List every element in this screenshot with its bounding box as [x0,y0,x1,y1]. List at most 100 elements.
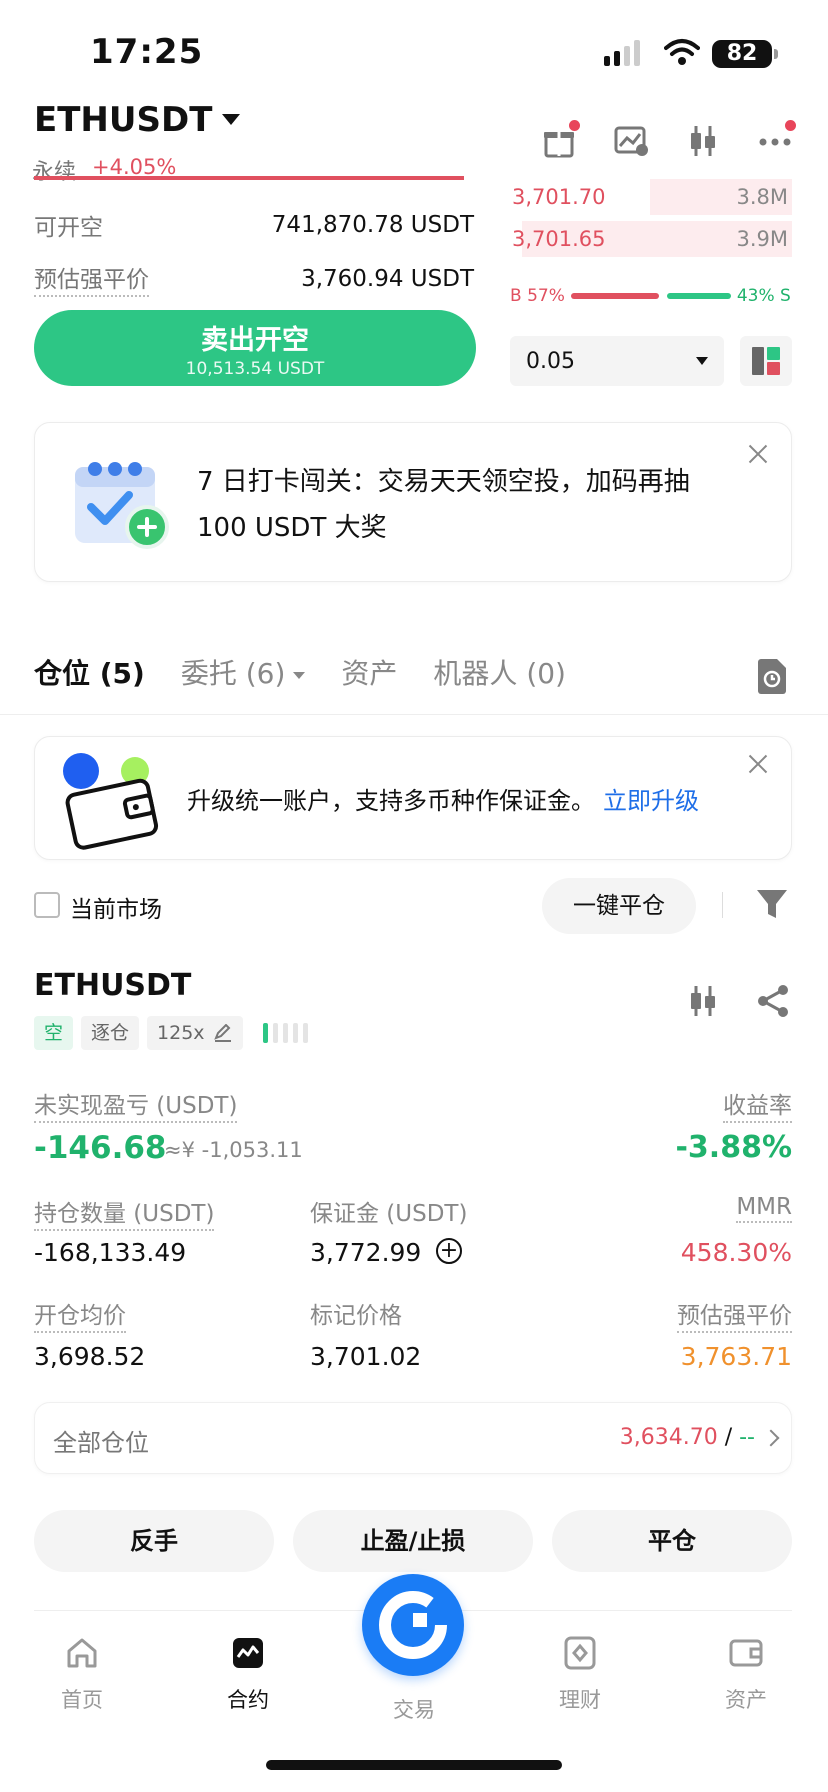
history-document-icon[interactable] [756,658,788,694]
position-symbol[interactable]: ETHUSDT [34,968,191,1003]
est-liq-value: 3,760.94 USDT [301,265,474,292]
mmr-label[interactable]: MMR [736,1194,792,1223]
tab-assets[interactable]: 资产 [341,652,397,692]
wifi-icon [664,39,700,65]
entry-price-label[interactable]: 开仓均价 [34,1296,126,1333]
wallet-nav-icon [729,1639,763,1667]
unrealized-pnl-value: -146.68 [34,1130,167,1166]
wallet-icon [63,753,159,850]
nav-contract-label: 合约 [227,1688,269,1712]
side-tag: 空 [34,1016,74,1050]
edit-icon [213,1024,231,1042]
liq-price-label[interactable]: 预估强平价 [677,1296,792,1333]
tab-orders[interactable]: 委托 (6) [181,652,306,692]
sell-ratio-bar [666,293,731,299]
ask-row[interactable]: 3,701.70 3.8M [508,177,792,217]
nav-finance-label: 理财 [559,1688,601,1712]
est-liq-row: 预估强平价 3,760.94 USDT [34,260,474,297]
nav-home-label: 首页 [61,1688,103,1712]
tp-value: 3,634.70 [619,1425,718,1450]
divider [722,892,723,918]
nav-assets-label: 资产 [725,1688,767,1712]
sl-value: -- [739,1425,755,1450]
risk-level-bars [262,1023,308,1043]
available-short-row: 可开空 741,870.78 USDT [34,208,474,242]
more-icon[interactable] [758,120,796,158]
margin-value: 3,772.99 [310,1238,422,1267]
promo-banner[interactable]: 7 日打卡闯关：交易天天领空投，加码再抽 100 USDT 大奖 [34,422,792,582]
pair-selector[interactable]: ETHUSDT [34,100,212,140]
candlestick-icon[interactable] [686,124,720,158]
position-tabs: 仓位 (5) 委托 (6) 资产 机器人 (0) [34,652,566,692]
position-qty-label[interactable]: 持仓数量 (USDT) [34,1194,215,1231]
close-icon[interactable] [747,753,769,775]
home-icon [67,1638,97,1668]
nav-assets[interactable]: 资产 [696,1636,796,1714]
est-liq-label[interactable]: 预估强平价 [34,260,149,297]
battery-indicator: 82 [712,40,772,68]
leverage-tag[interactable]: 125x [147,1016,243,1050]
tab-orders-label: 委托 (6) [180,657,286,690]
roi-value: -3.88% [675,1130,792,1165]
promo-text: 7 日打卡闯关：交易天天领空投，加码再抽 100 USDT 大奖 [197,467,690,543]
margin-label: 保证金 (USDT) [310,1201,468,1227]
margin-mode-tag[interactable]: 逐仓 [81,1016,140,1050]
upgrade-link[interactable]: 立即升级 [603,787,699,815]
close-all-button[interactable]: 一键平仓 [542,878,696,934]
nav-home[interactable]: 首页 [32,1636,132,1714]
add-margin-icon[interactable]: + [436,1238,462,1264]
divider-line [34,176,464,188]
home-indicator [266,1760,562,1770]
upgrade-message: 升级统一账户，支持多币种作保证金。 [187,787,595,815]
ask-size: 3.8M [736,185,788,209]
quantity-value: 0.05 [526,348,575,374]
all-positions-row[interactable]: 全部仓位 3,634.70 / -- [34,1402,792,1474]
share-icon[interactable] [756,984,790,1018]
layout-icon [752,347,780,375]
sell-open-short-button[interactable]: 卖出开空 10,513.54 USDT [34,310,476,386]
position-actions [686,984,790,1018]
order-book-layout-button[interactable] [740,336,792,386]
contract-icon [233,1638,263,1668]
chevron-right-icon [762,1429,780,1447]
trade-button[interactable] [362,1574,464,1676]
current-market-checkbox[interactable] [34,892,60,918]
chart-settings-icon[interactable] [614,124,648,158]
quantity-select[interactable]: 0.05 [510,336,724,386]
available-short-label: 可开空 [34,215,103,241]
gift-icon[interactable] [542,120,580,158]
reverse-button[interactable]: 反手 [34,1510,274,1572]
value-separator: / [724,1425,733,1450]
mark-price-value: 3,701.02 [310,1342,422,1371]
ask-price: 3,701.65 [512,227,606,251]
current-market-label[interactable]: 当前市场 [70,890,162,924]
caret-down-icon[interactable] [222,114,240,125]
mmr-value: 458.30% [680,1238,792,1267]
unrealized-pnl-label[interactable]: 未实现盈亏 (USDT) [34,1086,238,1123]
status-time: 17:25 [90,32,204,72]
nav-finance[interactable]: 理财 [530,1636,630,1714]
close-icon[interactable] [747,443,769,465]
liq-price-value: 3,763.71 [680,1342,792,1371]
close-position-button[interactable]: 平仓 [552,1510,792,1572]
roi-label[interactable]: 收益率 [723,1086,792,1123]
buy-ratio: B 57% [510,286,565,306]
upgrade-banner[interactable]: 升级统一账户，支持多币种作保证金。 立即升级 [34,736,792,860]
filter-icon[interactable] [756,888,788,922]
unrealized-pnl-cny: ≈¥ -1,053.11 [164,1138,303,1162]
tab-positions[interactable]: 仓位 (5) [34,652,145,692]
caret-down-icon [293,671,306,679]
divider [0,714,828,715]
mark-price-label: 标记价格 [310,1303,402,1329]
nav-trade-label[interactable]: 交易 [364,1694,464,1724]
ask-row[interactable]: 3,701.65 3.9M [508,219,792,259]
entry-price-value: 3,698.52 [34,1342,146,1371]
nav-contract[interactable]: 合约 [198,1636,298,1714]
trade-logo-icon [379,1591,447,1659]
header-toolbar [542,120,796,158]
tab-bots[interactable]: 机器人 (0) [433,652,566,692]
available-short-value: 741,870.78 USDT [271,212,474,238]
buy-sell-ratio: B 57% 43% S [510,286,794,306]
tpsl-button[interactable]: 止盈/止损 [293,1510,533,1572]
candlestick-icon[interactable] [686,984,720,1018]
